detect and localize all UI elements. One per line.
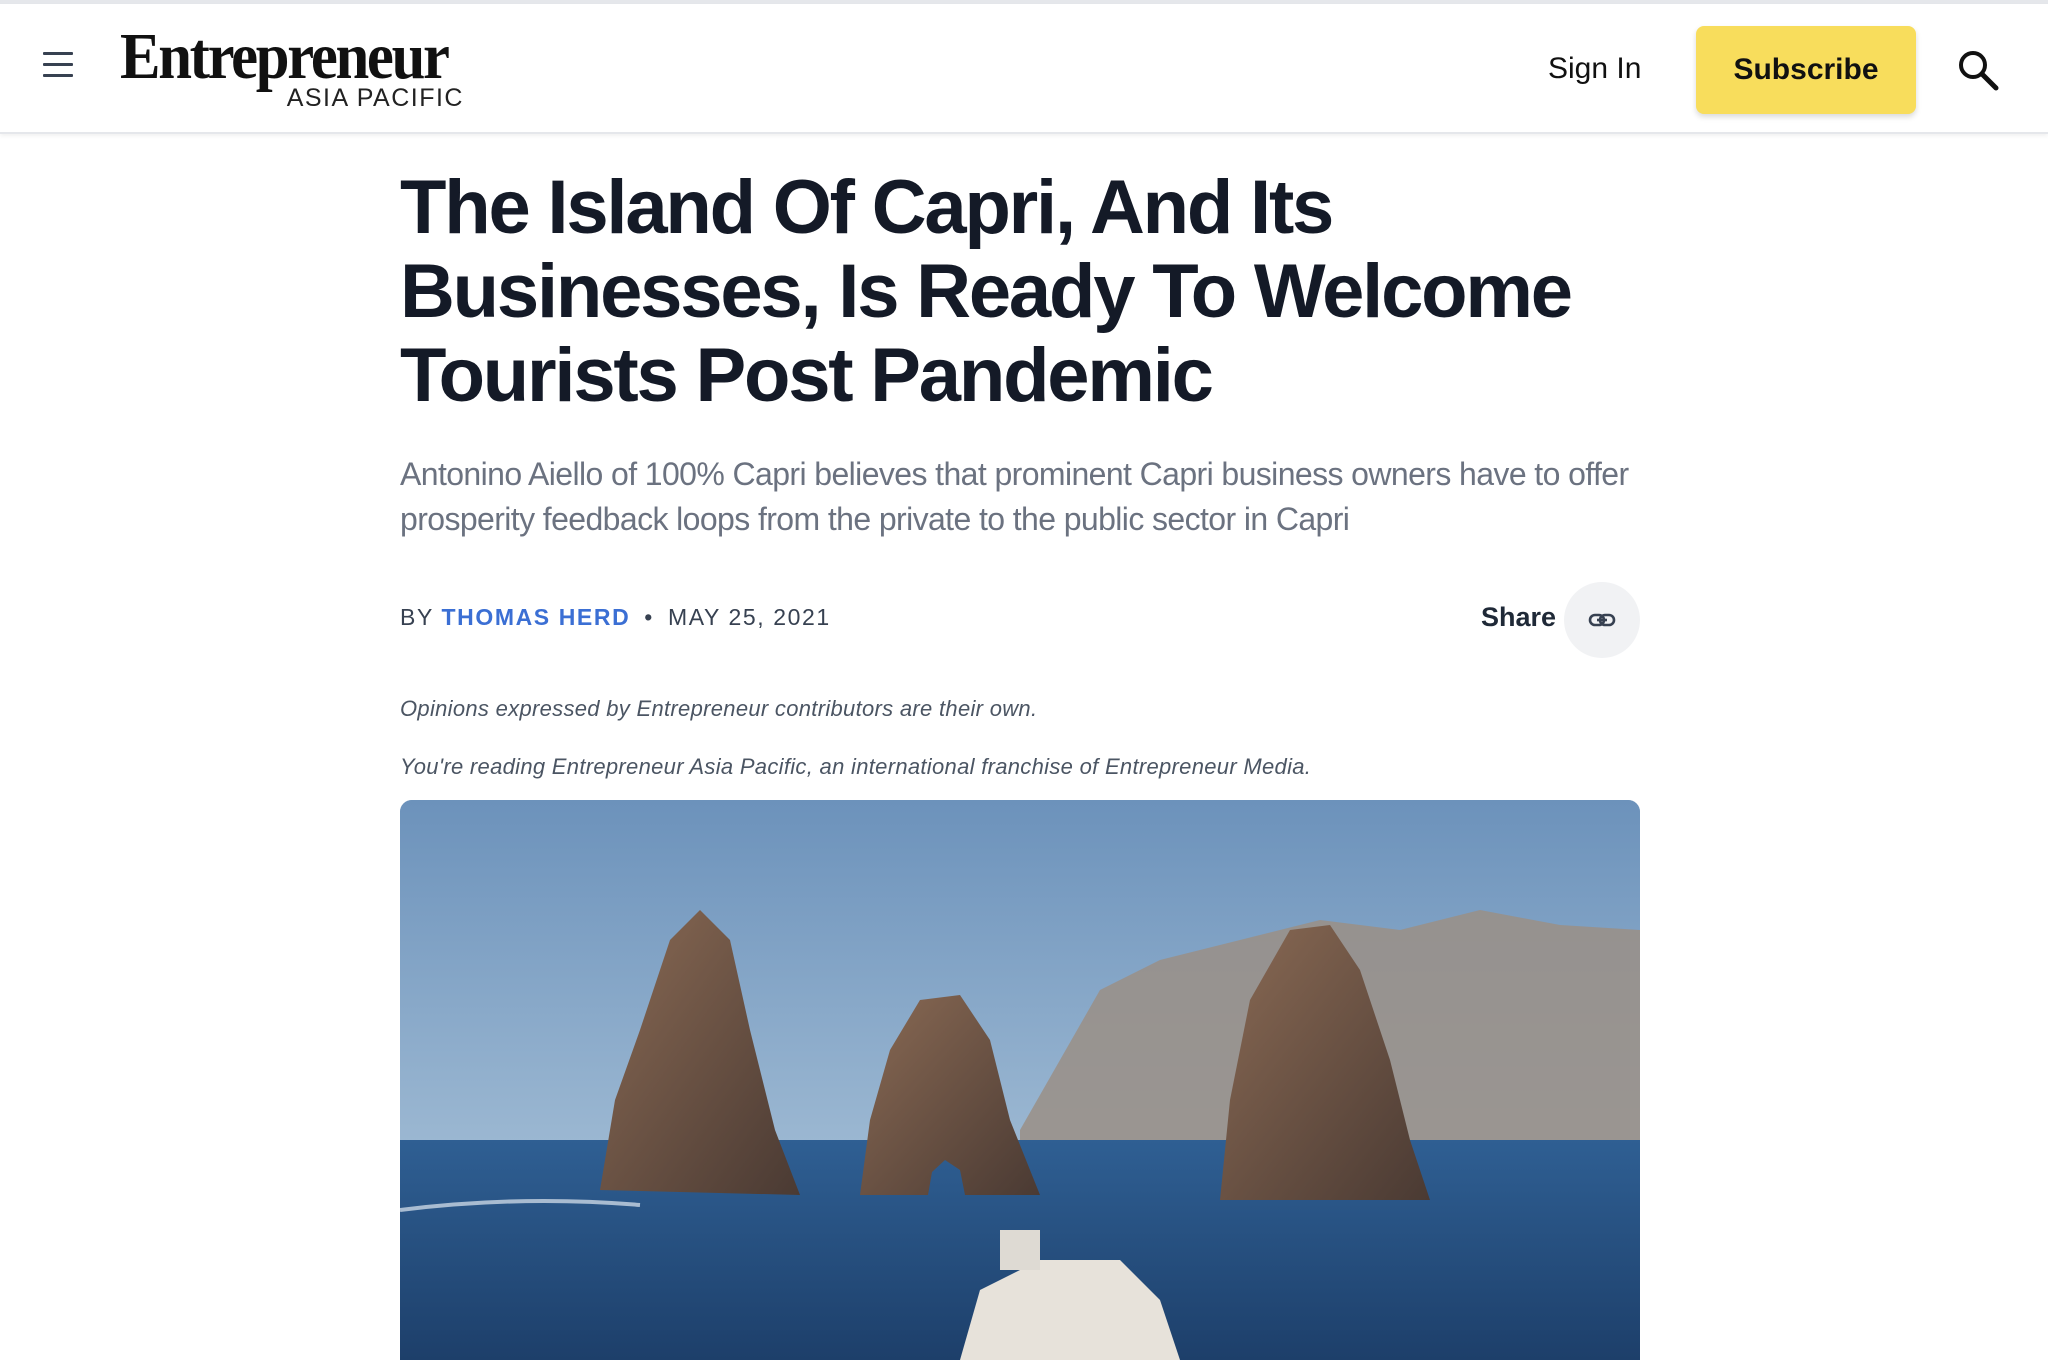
byline-separator: •	[644, 604, 654, 630]
article-headline: The Island Of Capri, And Its Businesses,…	[400, 165, 1573, 418]
contributor-disclaimer: Opinions expressed by Entrepreneur contr…	[400, 696, 1038, 721]
subscribe-button[interactable]: Subscribe	[1696, 26, 1916, 114]
logo-subtitle: ASIA PACIFIC	[286, 84, 464, 112]
menu-icon[interactable]	[40, 52, 76, 88]
publish-date: MAY 25, 2021	[667, 604, 831, 630]
franchise-note: You're reading Entrepreneur Asia Pacific…	[400, 754, 1312, 779]
share-label: Share	[1480, 602, 1556, 632]
hero-image	[400, 800, 1640, 1360]
copy-link-button[interactable]	[1564, 582, 1640, 658]
link-icon	[1588, 613, 1616, 627]
sign-in-link[interactable]: Sign In	[1548, 52, 1641, 86]
article-dek: Antonino Aiello of 100% Capri believes t…	[400, 456, 1629, 537]
byline-prefix: BY	[400, 604, 434, 630]
site-header: Entrepreneur ASIA PACIFIC Sign In Subscr…	[0, 4, 2048, 134]
article: The Island Of Capri, And Its Businesses,…	[400, 134, 1640, 780]
search-icon[interactable]	[1956, 48, 2000, 92]
author-link[interactable]: THOMAS HERD	[441, 604, 630, 630]
byline-row: BY THOMAS HERD • MAY 25, 2021 Share	[400, 582, 1640, 658]
logo-wordmark: Entrepreneur	[120, 20, 450, 93]
byline: BY THOMAS HERD • MAY 25, 2021	[400, 604, 831, 631]
site-logo[interactable]: Entrepreneur ASIA PACIFIC	[120, 24, 470, 119]
